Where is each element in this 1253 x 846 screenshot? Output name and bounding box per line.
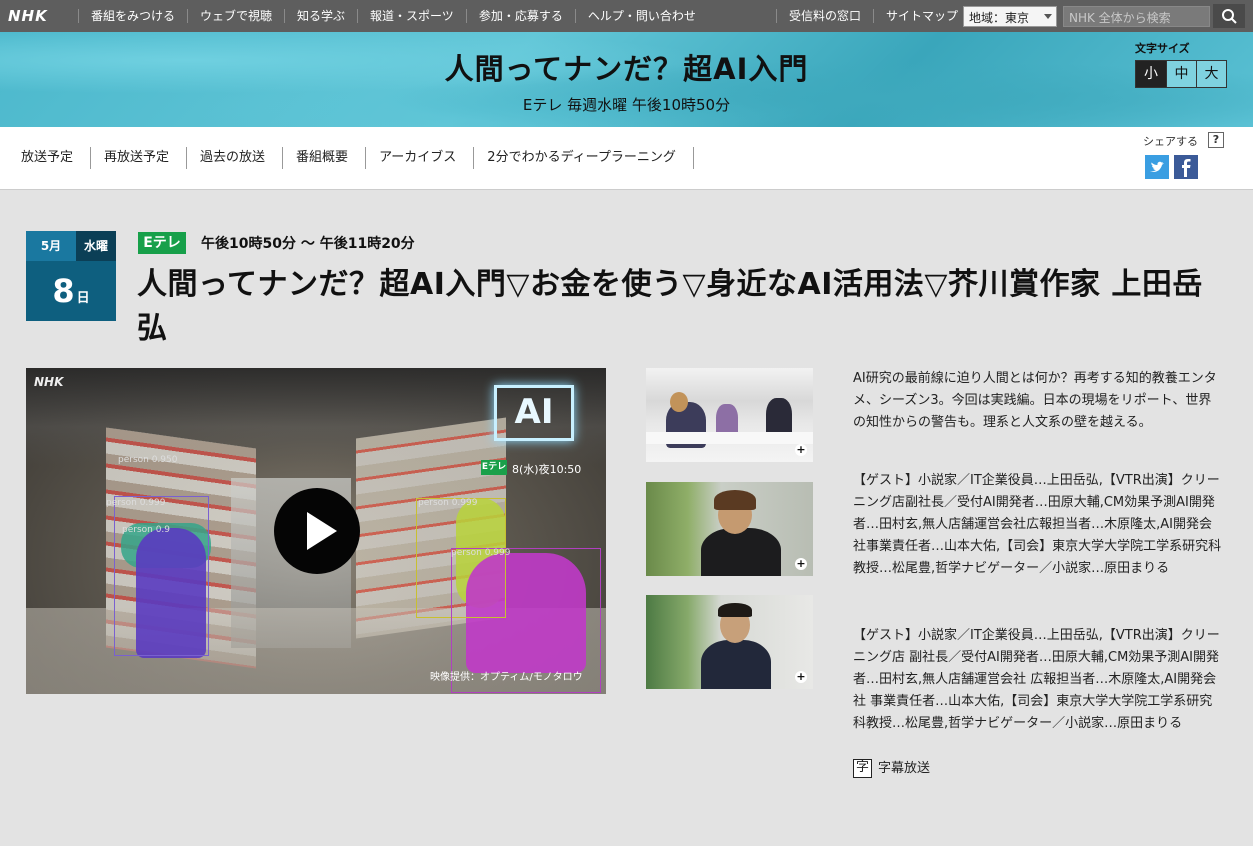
search-button[interactable]	[1213, 4, 1245, 28]
font-size-small-button[interactable]: 小	[1136, 61, 1166, 87]
nav-link-fee-window[interactable]: 受信料の窓口	[776, 9, 873, 23]
twitter-share-button[interactable]	[1145, 155, 1169, 179]
tab-archives[interactable]: アーカイブス	[366, 147, 475, 169]
twitter-icon	[1150, 161, 1164, 172]
thumbnail-image[interactable]: +	[646, 368, 813, 462]
episode-cast: 【ゲスト】小説家／IT企業役員…上田岳弘,【VTR出演】クリーニング店 副社長／…	[853, 628, 1220, 731]
thumbnail-image[interactable]: +	[646, 595, 813, 689]
expand-icon[interactable]: +	[795, 671, 807, 683]
detection-label: person 0.999	[106, 498, 166, 508]
broadcast-day-suffix: 日	[76, 291, 90, 306]
thumbnail-figure	[714, 490, 756, 510]
font-size-large-button[interactable]: 大	[1196, 61, 1226, 87]
tab-schedule[interactable]: 放送予定	[8, 147, 92, 169]
ai-logo: AI	[494, 385, 574, 441]
detection-label: person 0.950	[118, 455, 178, 465]
nav-link-help[interactable]: ヘルプ・問い合わせ	[574, 9, 708, 23]
facebook-icon	[1182, 159, 1191, 177]
nav-link-sitemap[interactable]: サイトマップ	[873, 9, 970, 23]
thumbnail-table	[646, 432, 813, 444]
broadcast-date-badge: 5月 水曜 8日	[26, 231, 116, 321]
thumbnail-figure	[701, 528, 781, 576]
episode-description: AI研究の最前線に迫り人間とは何か？再考する知的教養エンタメ、シーズン3。今回は…	[853, 371, 1217, 430]
share-label: シェアする	[1143, 135, 1198, 148]
nav-link-watch-web[interactable]: ウェブで視聴	[187, 9, 284, 23]
region-select-value: 地域：東京	[969, 11, 1030, 25]
video-credit: 映像提供：オプティム/モノタロウ	[430, 672, 583, 683]
episode-title: 人間ってナンだ？超AI入門▽お金を使う▽身近なAI活用法▽芥川賞作家 上田岳弘	[137, 267, 1203, 346]
tab-program-overview[interactable]: 番組概要	[283, 147, 367, 169]
video-air-date: 8(水)夜10:50	[512, 463, 582, 476]
nav-link-news-sports[interactable]: 報道・スポーツ	[357, 9, 466, 23]
nav-link-participate[interactable]: 参加・応募する	[465, 9, 575, 23]
caption-label: 字幕放送	[878, 761, 931, 776]
font-size-medium-button[interactable]: 中	[1166, 61, 1196, 87]
global-nav: NHK 番組をみつける ウェブで視聴 知る学ぶ 報道・スポーツ 参加・応募する …	[0, 0, 1253, 32]
broadcast-weekday: 水曜	[76, 231, 116, 261]
broadcast-day-number: 8	[52, 272, 75, 310]
font-size-label: 文字サイズ	[1135, 42, 1190, 55]
broadcast-month: 5月	[26, 231, 76, 261]
caption-broadcast: 字字幕放送	[853, 757, 930, 778]
air-time: 午後10時50分 ～ 午後11時20分	[201, 236, 415, 252]
program-title[interactable]: 人間ってナンだ？超AI入門	[0, 46, 1253, 88]
share-area: シェアする ?	[1143, 132, 1224, 149]
episode-cast: 【ゲスト】小説家／IT企業役員…上田岳弘,【VTR出演】クリーニング店副社長／受…	[853, 473, 1222, 576]
global-nav-right-links: 受信料の窓口 サイトマップ	[776, 0, 970, 32]
search-input[interactable]: NHK 全体から検索	[1063, 6, 1210, 27]
global-nav-links: 番組をみつける ウェブで視聴 知る学ぶ 報道・スポーツ 参加・応募する ヘルプ・…	[78, 0, 708, 32]
broadcast-day: 8日	[26, 261, 116, 321]
font-size-control: 文字サイズ 小 中 大	[1135, 40, 1227, 88]
facebook-share-button[interactable]	[1174, 155, 1198, 179]
thumbnail-figure	[701, 640, 771, 689]
channel-badge: Eテレ	[138, 232, 186, 254]
caption-icon: 字	[853, 759, 872, 778]
expand-icon[interactable]: +	[795, 444, 807, 456]
play-button[interactable]	[274, 488, 360, 574]
thumbnail-figure	[718, 603, 752, 617]
tab-deep-learning-2min[interactable]: 2分でわかるディープラーニング	[474, 147, 694, 169]
nav-link-learn[interactable]: 知る学ぶ	[284, 9, 357, 23]
region-select[interactable]: 地域：東京	[963, 6, 1057, 27]
program-nav: 放送予定 再放送予定 過去の放送 番組概要 アーカイブス 2分でわかるディープラ…	[0, 127, 1253, 190]
nav-link-find-programs[interactable]: 番組をみつける	[78, 9, 187, 23]
tab-rerun-schedule[interactable]: 再放送予定	[91, 147, 188, 169]
video-player[interactable]: person 0.950 person 0.999 person 0.9 per…	[26, 368, 606, 694]
tab-past-broadcasts[interactable]: 過去の放送	[187, 147, 284, 169]
chevron-down-icon	[1044, 14, 1052, 19]
expand-icon[interactable]: +	[795, 558, 807, 570]
video-channel-tag: Eテレ	[481, 460, 507, 475]
program-banner: 人間ってナンだ？超AI入門 Eテレ 毎週水曜 午後10時50分 文字サイズ 小 …	[0, 32, 1253, 127]
program-schedule: Eテレ 毎週水曜 午後10時50分	[522, 96, 731, 114]
detection-label: person 0.999	[451, 548, 511, 558]
nhk-logo[interactable]: NHK	[8, 7, 48, 25]
detection-label: person 0.999	[418, 498, 478, 508]
thumbnail-figure	[670, 392, 688, 412]
video-nhk-logo: NHK	[34, 375, 64, 389]
detection-label: person 0.9	[122, 525, 171, 535]
search-icon	[1222, 9, 1237, 24]
detection-box	[114, 496, 209, 656]
thumbnail-image[interactable]: +	[646, 482, 813, 576]
share-help-icon[interactable]: ?	[1208, 132, 1224, 148]
